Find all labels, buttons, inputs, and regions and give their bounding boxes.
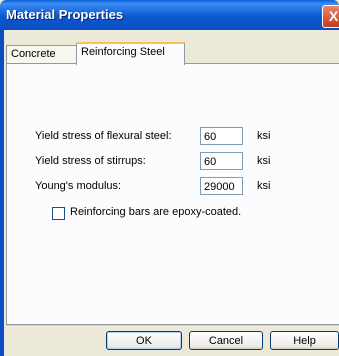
tab-panel: [6, 63, 339, 325]
stirrups-unit: ksi: [257, 155, 271, 167]
close-button[interactable]: X: [322, 5, 339, 28]
window-title: Material Properties: [6, 7, 124, 22]
tab-concrete-label: Concrete: [11, 48, 56, 60]
tab-concrete[interactable]: Concrete: [6, 45, 78, 63]
youngs-modulus-input[interactable]: 29000: [200, 177, 243, 195]
divider: [6, 325, 339, 326]
epoxy-coated-checkbox[interactable]: [52, 207, 65, 220]
flexural-steel-unit: ksi: [257, 130, 271, 142]
flexural-steel-label: Yield stress of flexural steel:: [35, 130, 172, 142]
youngs-modulus-label: Young's modulus:: [35, 180, 122, 192]
tab-reinforcing-steel[interactable]: Reinforcing Steel: [76, 42, 185, 65]
ok-button[interactable]: OK: [106, 331, 182, 350]
stirrups-label: Yield stress of stirrups:: [35, 155, 146, 167]
epoxy-coated-label[interactable]: Reinforcing bars are epoxy-coated.: [70, 206, 241, 218]
cancel-button[interactable]: Cancel: [189, 331, 263, 350]
tab-reinforcing-steel-label: Reinforcing Steel: [81, 46, 165, 58]
close-icon: X: [328, 8, 339, 24]
youngs-modulus-unit: ksi: [257, 180, 271, 192]
title-bar[interactable]: Material Properties X: [0, 0, 339, 30]
window-frame: [0, 30, 4, 356]
help-button[interactable]: Help: [270, 331, 339, 350]
flexural-steel-input[interactable]: 60: [200, 127, 243, 145]
stirrups-input[interactable]: 60: [200, 152, 243, 170]
